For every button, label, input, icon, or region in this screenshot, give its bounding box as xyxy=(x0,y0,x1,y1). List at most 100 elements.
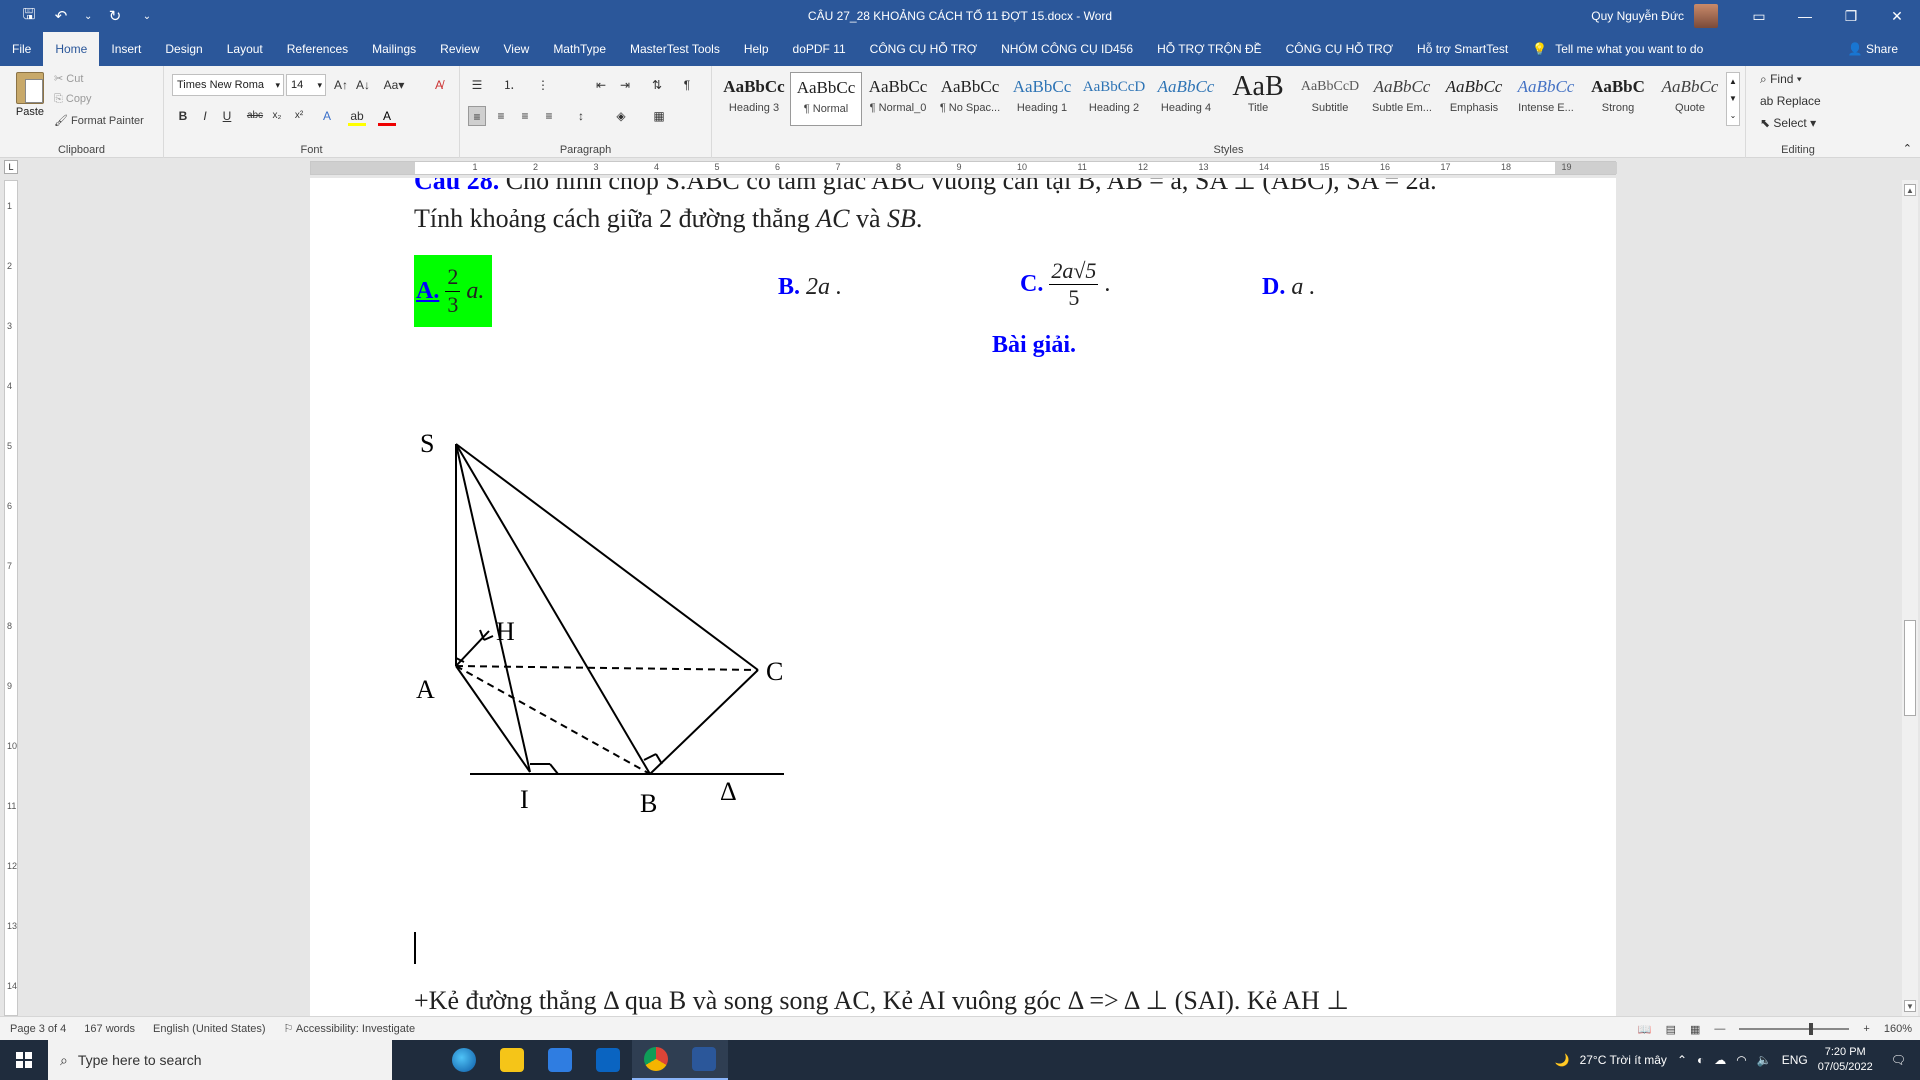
store-app[interactable] xyxy=(536,1040,584,1080)
highlight-icon[interactable]: ab xyxy=(348,106,366,126)
zoom-in-icon[interactable]: + xyxy=(1863,1023,1869,1035)
undo-dropdown-icon[interactable]: ⌄ xyxy=(84,11,92,22)
file-explorer-app[interactable] xyxy=(488,1040,536,1080)
tab-c-ng-c-h-tr-[interactable]: CÔNG CỤ HỖ TRỢ xyxy=(1274,32,1405,66)
increase-indent-icon[interactable]: ⇥ xyxy=(616,75,634,95)
tab-home[interactable]: Home xyxy=(43,32,100,66)
decrease-indent-icon[interactable]: ⇤ xyxy=(592,75,610,95)
clock[interactable]: 7:20 PM 07/05/2022 xyxy=(1818,1045,1873,1075)
styles-scroll[interactable]: ▲ ▼ ⌄ xyxy=(1726,72,1740,126)
share-button[interactable]: 👤 Share xyxy=(1848,32,1898,66)
vertical-ruler[interactable]: 123456789101112131415 xyxy=(4,180,18,1051)
weather-text[interactable]: 27°C Trời ít mây xyxy=(1580,1053,1667,1067)
style-heading-3[interactable]: AaBbCc Heading 3 xyxy=(718,72,790,126)
borders-icon[interactable]: ▦ xyxy=(650,106,668,126)
collapse-ribbon-icon[interactable]: ⌃ xyxy=(1903,142,1912,155)
show-formatting-icon[interactable]: ¶ xyxy=(678,75,696,95)
multilevel-list-icon[interactable]: ⋮ xyxy=(534,75,552,95)
style-subtitle[interactable]: AaBbCcD Subtitle xyxy=(1294,72,1366,126)
font-color-icon[interactable]: A xyxy=(378,106,396,126)
align-left-icon[interactable]: ≡ xyxy=(468,106,486,126)
network-icon[interactable]: ◐ xyxy=(1697,1053,1704,1067)
scroll-thumb[interactable] xyxy=(1904,620,1916,716)
print-layout-icon[interactable]: ▤ xyxy=(1666,1023,1676,1036)
clear-formatting-icon[interactable]: A̸ xyxy=(430,75,448,95)
chrome-app[interactable] xyxy=(632,1040,680,1080)
tab-help[interactable]: Help xyxy=(732,32,781,66)
word-count[interactable]: 167 words xyxy=(84,1023,135,1035)
restore-icon[interactable]: ❐ xyxy=(1828,0,1874,32)
outlook-app[interactable] xyxy=(584,1040,632,1080)
strikethrough-icon[interactable]: abc xyxy=(246,106,264,126)
shading-icon[interactable]: ◈ xyxy=(612,106,630,126)
input-language[interactable]: ENG xyxy=(1782,1053,1808,1067)
avatar[interactable] xyxy=(1694,4,1718,28)
taskbar-search[interactable]: ⌕ Type here to search xyxy=(48,1040,392,1080)
user-name[interactable]: Quy Nguyễn Đức xyxy=(1591,9,1684,23)
edge-app[interactable] xyxy=(440,1040,488,1080)
notifications-icon[interactable]: 🗨 xyxy=(1891,1053,1906,1067)
volume-icon[interactable]: 🔈 xyxy=(1757,1053,1772,1067)
horizontal-ruler[interactable]: 1 2 3 4 5 6 7 8 9 10 11 12 13 14 15 16 17 18 19 xyxy=(310,161,1617,175)
align-center-icon[interactable]: ≡ xyxy=(492,106,510,126)
read-mode-icon[interactable]: 📖 xyxy=(1638,1023,1652,1036)
ribbon-display-options-icon[interactable]: ▭ xyxy=(1736,0,1782,32)
bullets-icon[interactable]: ☰ xyxy=(468,75,486,95)
tab-mathtype[interactable]: MathType xyxy=(541,32,618,66)
justify-icon[interactable]: ≡ xyxy=(540,106,558,126)
tab-design[interactable]: Design xyxy=(153,32,214,66)
tell-me-box[interactable]: 💡 Tell me what you want to do xyxy=(1520,42,1703,56)
tab-selector[interactable]: L xyxy=(4,160,18,174)
sort-icon[interactable]: ⇅ xyxy=(648,75,666,95)
tab-mailings[interactable]: Mailings xyxy=(360,32,428,66)
tab-c-ng-c-h-tr-[interactable]: CÔNG CỤ HỖ TRỢ xyxy=(858,32,989,66)
format-painter-button[interactable]: 🖌 Format Painter xyxy=(54,114,144,127)
shrink-font-icon[interactable]: A↓ xyxy=(354,75,372,95)
underline-icon[interactable]: U xyxy=(218,106,236,126)
style-normal-0[interactable]: AaBbCc ¶ Normal_0 xyxy=(862,72,934,126)
tab-nh-m-c-ng-c-id456[interactable]: NHÓM CÔNG CỤ ID456 xyxy=(989,32,1145,66)
align-right-icon[interactable]: ≡ xyxy=(516,106,534,126)
style-emphasis[interactable]: AaBbCc Emphasis xyxy=(1438,72,1510,126)
line-spacing-icon[interactable]: ↕ xyxy=(572,106,590,126)
font-size-select[interactable]: 14 ▾ xyxy=(286,74,326,96)
select-button[interactable]: ⬉ Select ▾ xyxy=(1760,116,1816,130)
word-app[interactable] xyxy=(680,1040,728,1080)
style-strong[interactable]: AaBbC Strong xyxy=(1582,72,1654,126)
scroll-down-icon[interactable]: ▼ xyxy=(1904,1000,1916,1012)
tab-layout[interactable]: Layout xyxy=(215,32,275,66)
scroll-up-icon[interactable]: ▲ xyxy=(1904,184,1916,196)
bold-icon[interactable]: B xyxy=(174,106,192,126)
copy-button[interactable]: ⎘ Copy xyxy=(54,93,92,106)
superscript-icon[interactable]: x² xyxy=(290,106,308,126)
text-effects-icon[interactable]: A xyxy=(318,106,336,126)
tab-h-tr-smarttest[interactable]: Hỗ trợ SmartTest xyxy=(1405,32,1520,66)
accessibility-status[interactable]: ⚐ Accessibility: Investigate xyxy=(284,1022,416,1035)
font-name-select[interactable]: Times New Roma ▾ xyxy=(172,74,284,96)
zoom-slider[interactable] xyxy=(1739,1023,1850,1035)
style-subtle-em[interactable]: AaBbCc Subtle Em... xyxy=(1366,72,1438,126)
style-heading-1[interactable]: AaBbCc Heading 1 xyxy=(1006,72,1078,126)
save-icon[interactable]: 🖫 xyxy=(20,4,38,29)
find-button[interactable]: ⌕ Find ▾ xyxy=(1760,72,1802,87)
style-heading-4[interactable]: AaBbCc Heading 4 xyxy=(1150,72,1222,126)
customize-qat-icon[interactable]: ⌄ xyxy=(138,11,156,22)
tab-mastertest-tools[interactable]: MasterTest Tools xyxy=(618,32,732,66)
grow-font-icon[interactable]: A↑ xyxy=(332,75,350,95)
vertical-scrollbar[interactable]: ▲ ▼ xyxy=(1902,180,1918,1016)
style-no-spac[interactable]: AaBbCc ¶ No Spac... xyxy=(934,72,1006,126)
style-title[interactable]: AaB Title xyxy=(1222,72,1294,126)
cloud-icon[interactable]: ☁ xyxy=(1714,1053,1726,1067)
redo-icon[interactable]: ↻ xyxy=(106,7,124,25)
undo-icon[interactable]: ↶ xyxy=(52,7,70,25)
subscript-icon[interactable]: x₂ xyxy=(268,106,286,126)
language[interactable]: English (United States) xyxy=(153,1023,266,1035)
chevron-up-icon[interactable]: ⌃ xyxy=(1677,1053,1687,1067)
paste-button[interactable]: Paste xyxy=(10,72,50,118)
start-button[interactable] xyxy=(0,1040,48,1080)
tab-references[interactable]: References xyxy=(275,32,360,66)
style-normal[interactable]: AaBbCc ¶ Normal xyxy=(790,72,862,126)
numbering-icon[interactable]: ⒈ xyxy=(500,75,518,95)
cut-button[interactable]: ✂ Cut xyxy=(54,72,83,85)
tab-dopdf-11[interactable]: doPDF 11 xyxy=(781,32,858,66)
